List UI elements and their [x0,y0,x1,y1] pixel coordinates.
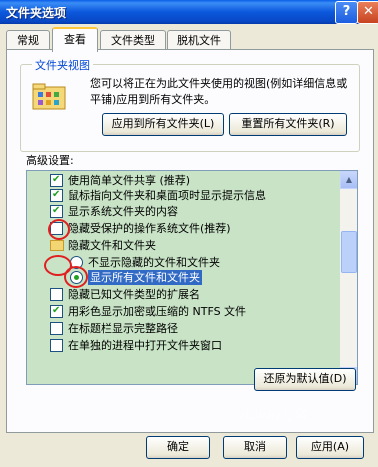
checkbox[interactable] [50,322,63,335]
cancel-button[interactable]: 取消 [223,436,287,459]
close-button[interactable]: ✕ [357,1,378,24]
list-item[interactable]: 隐藏已知文件类型的扩展名 [27,287,337,302]
ok-button[interactable]: 确定 [146,436,210,459]
advanced-settings-label: 高级设置: [26,154,74,167]
list-item: 隐藏文件和文件夹 [27,238,337,253]
folder-views-icon [32,83,66,110]
list-item[interactable]: 在标题栏显示完整路径 [27,321,337,336]
scroll-up-icon[interactable]: ▲ [340,171,357,189]
list-item[interactable]: 用彩色显示加密或压缩的 NTFS 文件 [27,303,337,319]
checkbox[interactable] [50,203,63,218]
list-item-label: 使用简单文件共享 (推荐) [68,174,191,187]
checkbox[interactable] [50,172,63,187]
folder-icon [50,240,64,251]
title-bar[interactable]: 文件夹选项 ? ✕ [0,0,378,24]
checkbox[interactable] [50,303,63,318]
list-item-label: 用彩色显示加密或压缩的 NTFS 文件 [68,305,247,318]
apply-to-all-folders-button[interactable]: 应用到所有文件夹(L) [102,113,224,136]
help-button[interactable]: ? [335,1,358,24]
window-title: 文件夹选项 [6,6,67,20]
list-item-label: 隐藏受保护的操作系统文件(推荐) [68,222,231,235]
checkbox[interactable] [50,339,63,352]
checkbox[interactable] [50,288,63,301]
list-item[interactable]: 在单独的进程中打开文件夹窗口 [27,338,337,353]
list-item-label: 显示所有文件和文件夹 [88,270,202,285]
tab-general[interactable]: 常规 [6,30,50,50]
folder-options-dialog: 文件夹选项 ? ✕ 常规 查看 文件类型 脱机文件 文件夹视图 您可以将正在为此… [0,0,378,467]
tab-view[interactable]: 查看 [52,27,98,52]
watermark-text: Baidu经验 [240,408,308,424]
list-item[interactable]: 鼠标指向文件夹和桌面项时显示提示信息 [27,187,337,203]
folder-views-description: 您可以将正在为此文件夹使用的视图(例如详细信息或平铺)应用到所有文件夹。 [90,77,348,106]
list-item-label: 不显示隐藏的文件和文件夹 [88,256,220,269]
restore-defaults-button[interactable]: 还原为默认值(D) [254,368,356,391]
list-item-label: 显示系统文件夹的内容 [68,205,178,218]
list-item[interactable]: 隐藏受保护的操作系统文件(推荐) [27,221,337,236]
tab-file-types[interactable]: 文件类型 [100,30,166,50]
reset-all-folders-button[interactable]: 重置所有文件夹(R) [229,113,347,136]
apply-button[interactable]: 应用(A) [296,436,364,459]
list-item-label: 鼠标指向文件夹和桌面项时显示提示信息 [68,189,266,202]
scrollbar-thumb[interactable] [341,231,357,273]
list-item-label: 隐藏已知文件类型的扩展名 [68,288,200,301]
tab-offline-files[interactable]: 脱机文件 [167,30,231,50]
vertical-scrollbar[interactable]: ▲ ▼ [340,171,357,384]
list-item-label: 在单独的进程中打开文件夹窗口 [68,339,222,352]
checkbox[interactable] [50,187,63,202]
list-item-label: 隐藏文件和文件夹 [68,239,156,252]
list-item[interactable]: 显示系统文件夹的内容 [27,203,337,219]
folder-views-label: 文件夹视图 [32,57,93,73]
annotation-circle [44,255,72,276]
list-item[interactable]: 使用简单文件共享 (推荐) [27,172,337,188]
list-item-label: 在标题栏显示完整路径 [68,322,178,335]
annotation-circle [48,219,70,240]
